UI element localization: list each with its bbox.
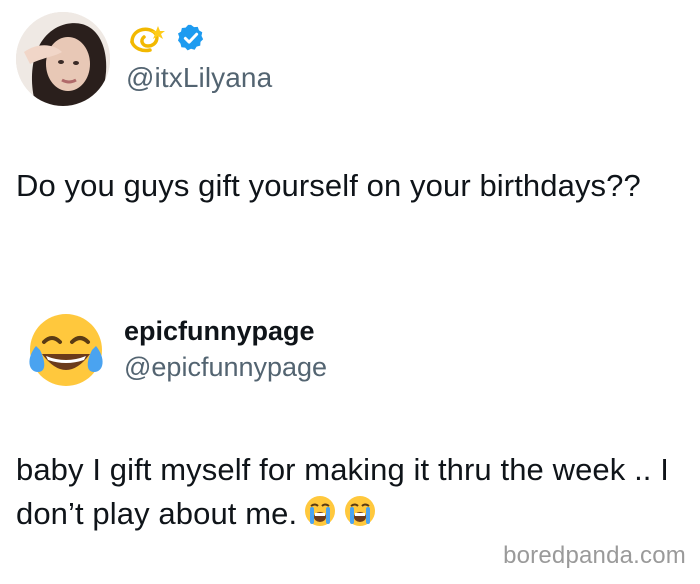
author-handle[interactable]: @epicfunnypage <box>124 352 327 383</box>
avatar[interactable] <box>16 12 110 106</box>
dizzy-icon <box>126 22 166 59</box>
watermark: boredpanda.com <box>503 542 686 569</box>
header-emoji-row <box>126 22 206 59</box>
profile-photo <box>16 12 110 106</box>
avatar[interactable] <box>24 308 108 392</box>
loudly-crying-face-icon <box>303 494 337 528</box>
author-handle[interactable]: @itxLilyana <box>126 62 272 94</box>
screenshot-page: @itxLilyana Do you guys gift yourself on… <box>0 0 700 584</box>
loudly-crying-face-icon <box>343 494 377 528</box>
verified-badge-icon <box>176 23 206 58</box>
tweet-text: Do you guys gift yourself on your birthd… <box>16 168 641 203</box>
author-display-name[interactable]: epicfunnypage <box>124 316 315 347</box>
tears-of-joy-icon <box>29 314 103 386</box>
tweet-text-container: baby I gift myself for making it thru th… <box>16 448 686 536</box>
